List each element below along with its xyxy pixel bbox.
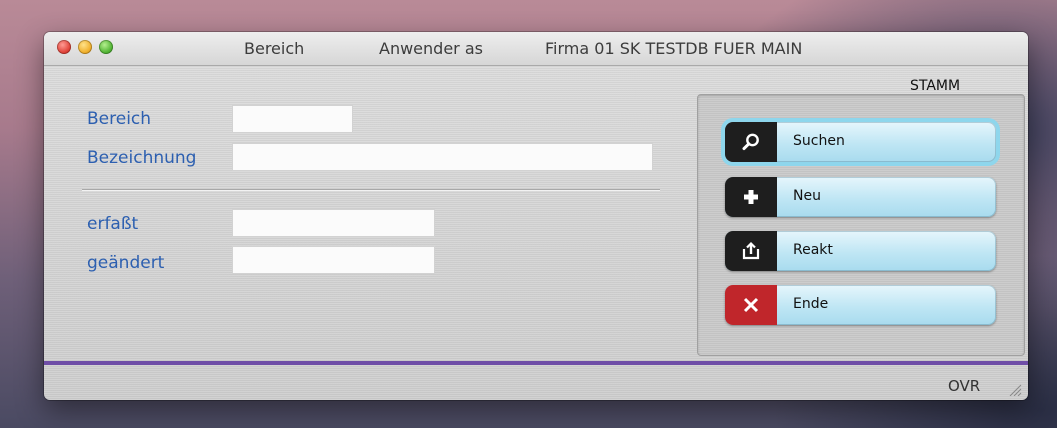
reakt-label: Reakt — [793, 242, 833, 258]
status-divider — [44, 361, 1028, 365]
ende-label: Ende — [793, 296, 829, 312]
upload-icon — [725, 231, 777, 271]
resize-grip-icon[interactable] — [1006, 382, 1022, 396]
bereich-label: Bereich — [87, 109, 152, 129]
title-bar[interactable]: Bereich Anwender as Firma 01 SK TESTDB F… — [44, 32, 1028, 66]
title-bereich: Bereich — [244, 39, 305, 58]
neu-button[interactable]: Neu — [725, 177, 996, 217]
title-user: Anwender as — [379, 39, 483, 58]
geaendert-label: geändert — [87, 253, 165, 273]
geaendert-field[interactable] — [232, 246, 435, 274]
bereich-field[interactable] — [232, 105, 353, 133]
app-window: Bereich Anwender as Firma 01 SK TESTDB F… — [44, 32, 1028, 400]
form-divider — [82, 189, 660, 191]
bezeichnung-field[interactable] — [232, 143, 653, 171]
ovr-indicator: OVR — [948, 377, 981, 395]
bezeichnung-label: Bezeichnung — [87, 148, 197, 168]
erfasst-field[interactable] — [232, 209, 435, 237]
suchen-button[interactable]: Suchen — [725, 122, 996, 162]
close-icon — [725, 285, 777, 325]
ende-button[interactable]: Ende — [725, 285, 996, 325]
close-window-button[interactable] — [57, 40, 71, 54]
neu-label: Neu — [793, 188, 821, 204]
title-company: Firma 01 SK TESTDB FUER MAIN — [545, 39, 803, 58]
stamm-title: STAMM — [910, 78, 961, 94]
erfasst-label: erfaßt — [87, 214, 139, 234]
suchen-label: Suchen — [793, 133, 845, 149]
zoom-window-button[interactable] — [99, 40, 113, 54]
minimize-window-button[interactable] — [78, 40, 92, 54]
reakt-button[interactable]: Reakt — [725, 231, 996, 271]
search-icon — [725, 122, 777, 162]
plus-icon — [725, 177, 777, 217]
